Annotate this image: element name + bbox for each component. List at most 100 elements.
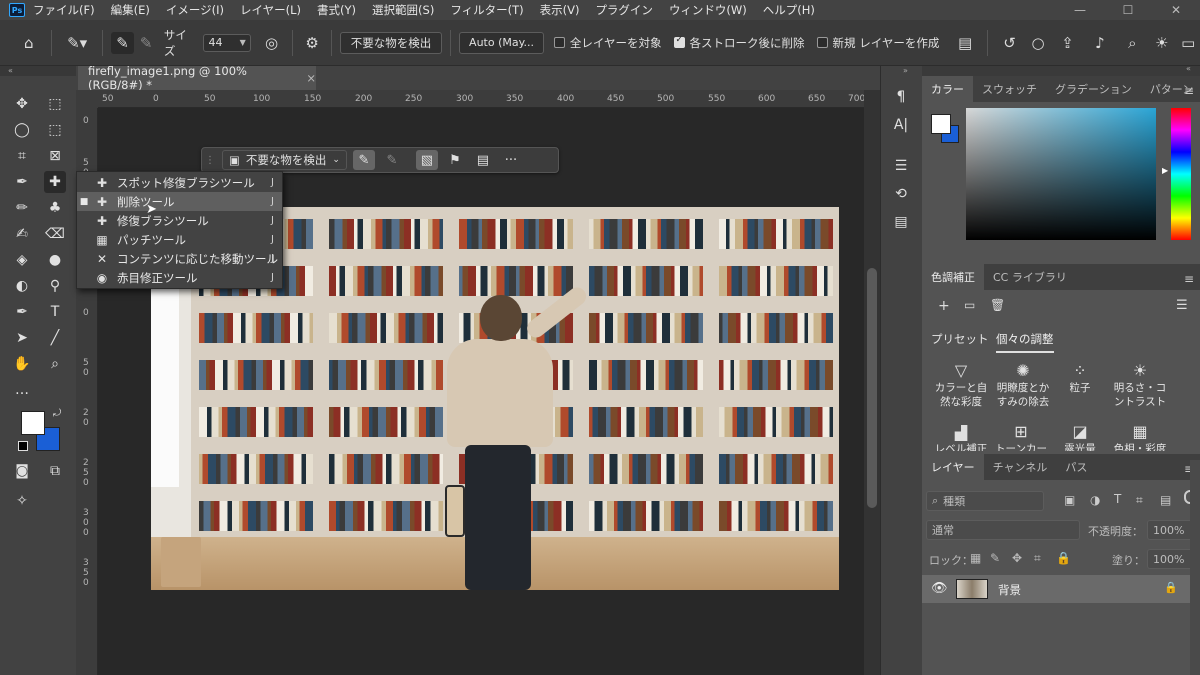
pen-tool-icon[interactable]: ✒ <box>11 301 33 323</box>
tab-cc-libraries[interactable]: CC ライブラリ <box>984 264 1076 290</box>
circle-icon[interactable]: ○ <box>1023 34 1052 52</box>
layers-scrollbar[interactable] <box>1190 460 1200 675</box>
lock-transparent-icon[interactable]: ▦ <box>970 551 981 565</box>
more-options-icon[interactable]: ··· <box>500 150 522 170</box>
detect-distractions-button[interactable]: 不要な物を検出 <box>339 31 443 54</box>
paragraph-icon[interactable]: ¶ <box>892 88 910 106</box>
close-tab-icon[interactable]: × <box>306 71 316 85</box>
flyout-item-spot-healing[interactable]: ✚ スポット修復ブラシツール J <box>77 173 282 192</box>
adjust-grain[interactable]: ⁘ 粒子 <box>1050 363 1110 395</box>
menu-window[interactable]: ウィンドウ(W) <box>669 2 747 18</box>
brush-tool-icon[interactable]: ✏ <box>11 197 33 219</box>
tab-layers[interactable]: レイヤー <box>922 454 984 480</box>
flyout-item-patch[interactable]: ▦ パッチツール J <box>77 230 282 249</box>
filter-smart-object-icon[interactable]: ▤ <box>1160 493 1171 507</box>
flyout-item-remove-tool[interactable]: ■ ✚ 削除ツール J <box>77 192 282 211</box>
collapse-arrows-icon[interactable]: » <box>903 66 908 75</box>
comments-icon[interactable]: ▤ <box>892 213 910 231</box>
share-icon[interactable]: ⇪ <box>1053 34 1082 52</box>
undo-rotate-icon[interactable]: ↺ <box>996 34 1023 52</box>
minimize-button[interactable]: — <box>1056 3 1104 17</box>
foreground-color-chip[interactable] <box>931 114 951 134</box>
adjust-levels[interactable]: ▟ レベル補正 <box>931 425 991 451</box>
horizontal-ruler[interactable]: 50 0 50 100 150 200 250 300 350 400 450 … <box>98 90 865 108</box>
stamp-tool-icon[interactable]: ♣ <box>44 197 66 219</box>
tab-gradients[interactable]: グラデーション <box>1046 76 1141 102</box>
brush-add-icon[interactable]: ✎ <box>352 150 375 170</box>
eyedropper-icon[interactable]: ✒ <box>11 171 33 193</box>
healing-tool-icon[interactable]: ✚ <box>44 171 66 193</box>
filter-adjustment-icon[interactable]: ◑ <box>1090 493 1100 507</box>
collapse-arrows-icon[interactable]: « <box>0 66 76 76</box>
menu-edit[interactable]: 編集(E) <box>111 2 150 18</box>
menu-type[interactable]: 書式(Y) <box>317 2 356 18</box>
filter-pixel-icon[interactable]: ▣ <box>1064 493 1075 507</box>
bucket-icon[interactable]: ◈ <box>11 249 33 271</box>
swap-colors-icon[interactable]: ⤾ <box>50 406 64 420</box>
flyout-item-content-aware-move[interactable]: ✕ コンテンツに応じた移動ツール J <box>77 249 282 268</box>
layer-filter-search[interactable]: ⌕ 種類 <box>926 491 1044 511</box>
trash-icon[interactable]: 🗑 <box>990 298 1005 312</box>
search-icon[interactable]: ⌕ <box>1118 34 1147 52</box>
discover-light-icon[interactable]: ☀ <box>1147 34 1176 52</box>
path-select-icon[interactable]: ➤ <box>11 327 33 349</box>
blur-icon[interactable]: ● <box>44 249 66 271</box>
lasso-tool-icon[interactable]: ◯ <box>11 119 33 141</box>
flyout-item-healing-brush[interactable]: ✚ 修復ブラシツール J <box>77 211 282 230</box>
collapse-arrows-icon[interactable]: « <box>1186 64 1191 73</box>
pressure-size-icon[interactable]: ◎ <box>259 34 285 52</box>
crop-tool-icon[interactable]: ⌗ <box>11 145 33 167</box>
adjust-hue-saturation[interactable]: ▦ 色相・彩度 <box>1110 425 1170 451</box>
eye-icon[interactable]: 👁 <box>931 581 948 596</box>
tab-swatches[interactable]: スウォッチ <box>973 76 1046 102</box>
settings-icon[interactable]: ⚑ <box>444 150 466 170</box>
menu-select[interactable]: 選択範囲(S) <box>372 2 434 18</box>
blend-mode-dropdown[interactable]: 通常 <box>926 520 1080 540</box>
opacity-input[interactable]: 100% <box>1147 520 1193 540</box>
remove-tool-preset-icon[interactable]: ✎▾ <box>60 34 93 52</box>
move-tool-icon[interactable]: ✥ <box>11 93 33 115</box>
sponge-icon[interactable]: ⚲ <box>44 275 66 297</box>
properties-icon[interactable]: ☰ <box>892 157 910 175</box>
remove-after-stroke-checkbox[interactable]: 各ストローク後に削除 <box>673 35 805 51</box>
filter-shape-icon[interactable]: ⌗ <box>1136 493 1143 508</box>
bell-icon[interactable]: ♪ <box>1082 34 1117 52</box>
lock-artboard-icon[interactable]: ⌗ <box>1034 551 1041 566</box>
filter-type-icon[interactable]: T <box>1114 492 1121 506</box>
list-view-icon[interactable]: ☰ <box>1176 298 1188 313</box>
size-input[interactable]: 44 ▼ <box>203 33 251 52</box>
workspace-icon[interactable]: ▭ <box>1176 34 1200 52</box>
tab-channels[interactable]: チャンネル <box>984 454 1057 480</box>
mode-dropdown[interactable]: Auto (May... <box>459 31 544 54</box>
tab-paths[interactable]: パス <box>1056 454 1096 480</box>
feedback-icon[interactable]: ▤ <box>472 150 494 170</box>
zoom-tool-icon[interactable]: ⌕ <box>44 353 66 375</box>
close-window-button[interactable]: ✕ <box>1152 3 1200 17</box>
maximize-button[interactable]: ☐ <box>1104 3 1152 17</box>
drag-handle-icon[interactable]: ⋮ <box>205 155 215 166</box>
history-brush-icon[interactable]: ✍ <box>11 223 33 245</box>
panel-menu-icon[interactable]: ≡ <box>1184 272 1194 286</box>
more-tools-icon[interactable]: … <box>11 379 33 401</box>
add-icon[interactable]: + <box>938 298 950 314</box>
adjust-exposure[interactable]: ◪ 露光量 <box>1050 425 1110 451</box>
folder-icon[interactable]: ▭ <box>964 298 975 312</box>
adjust-brightness-contrast[interactable]: ☀ 明るさ・コントラスト <box>1110 363 1170 409</box>
menu-view[interactable]: 表示(V) <box>540 2 580 18</box>
gear-icon[interactable]: ⚙ <box>301 34 323 52</box>
object-select-icon[interactable]: ⬚ <box>44 119 66 141</box>
comment-icon[interactable]: ▤ <box>951 34 978 52</box>
quick-mask-icon[interactable]: ◙ <box>11 460 33 482</box>
lock-pixels-icon[interactable]: ✎ <box>990 551 1000 565</box>
dodge-icon[interactable]: ◐ <box>11 275 33 297</box>
frame-tool-icon[interactable]: ⊠ <box>44 145 66 167</box>
tab-color[interactable]: カラー <box>922 76 973 102</box>
adjust-clarity-dehaze[interactable]: ✺ 明瞭度とかすみの除去 <box>993 363 1053 409</box>
hue-slider[interactable] <box>1171 108 1191 240</box>
lock-position-icon[interactable]: ✥ <box>1012 551 1022 565</box>
lock-all-icon[interactable]: 🔒 <box>1056 551 1071 565</box>
character-icon[interactable]: A| <box>892 116 910 134</box>
foreground-color-swatch-top[interactable] <box>21 411 45 435</box>
subtab-presets[interactable]: プリセット <box>931 331 989 347</box>
menu-help[interactable]: ヘルプ(H) <box>763 2 815 18</box>
